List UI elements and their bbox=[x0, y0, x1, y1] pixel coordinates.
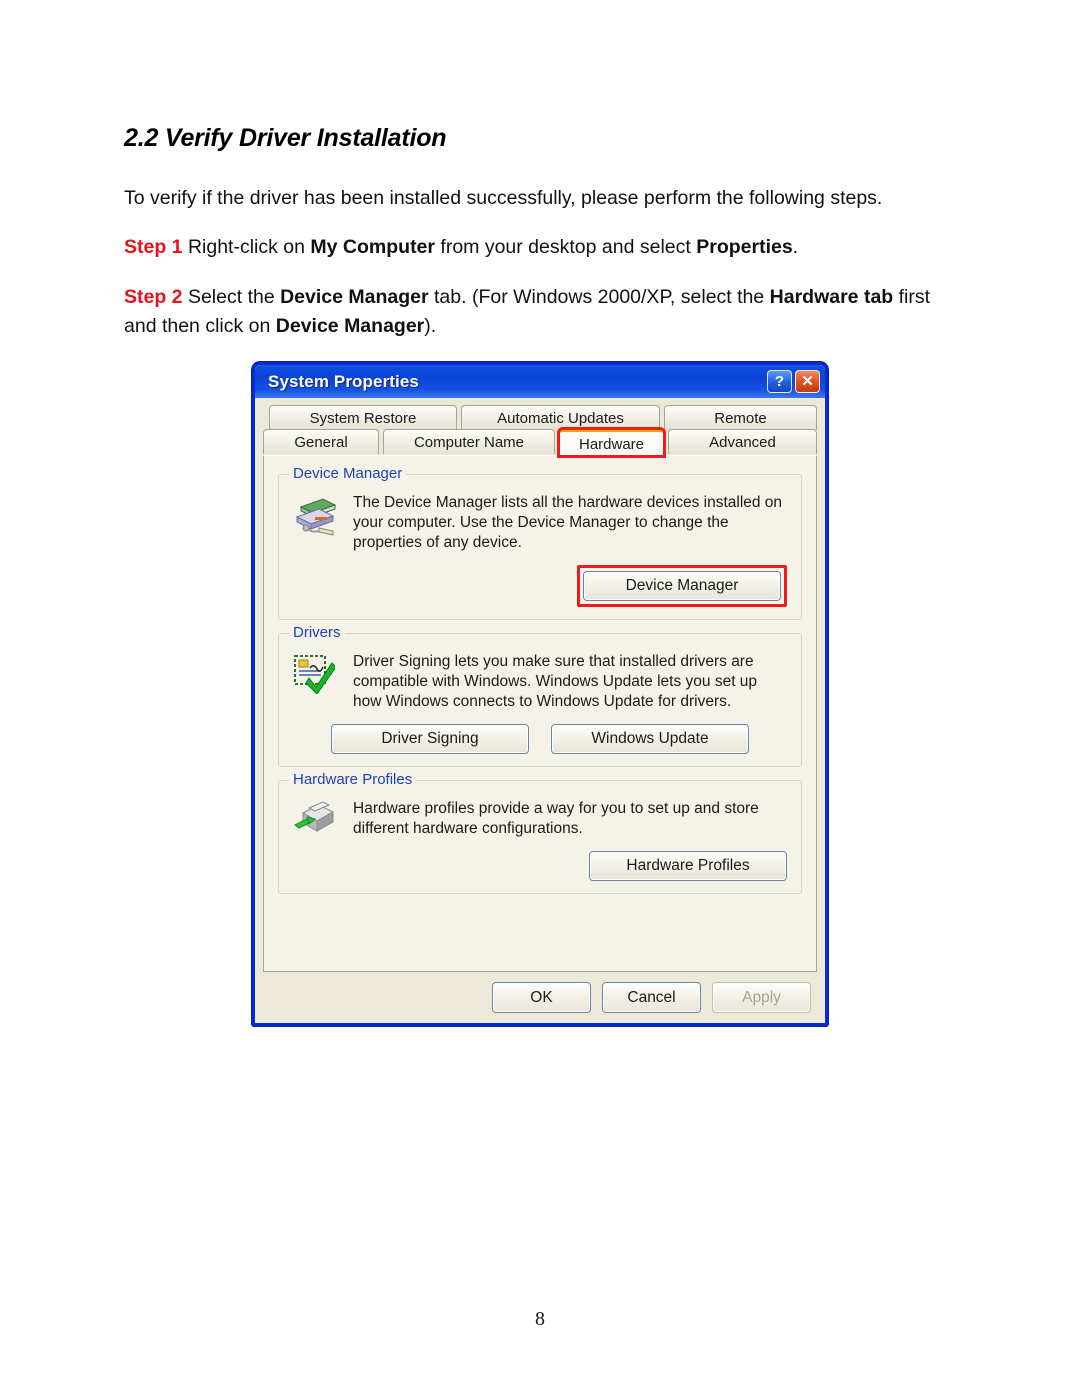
windows-update-button[interactable]: Windows Update bbox=[551, 724, 749, 754]
hardware-profiles-group: Hardware Profiles Hardware profiles prov… bbox=[278, 771, 802, 894]
hardware-profiles-icon bbox=[293, 799, 339, 839]
tab-row-lower: General Computer Name Hardware Advanced bbox=[263, 427, 817, 458]
step-2-bold-b: Hardware tab bbox=[769, 286, 894, 308]
device-manager-description: The Device Manager lists all the hardwar… bbox=[353, 494, 783, 551]
hardware-profiles-button-row: Hardware Profiles bbox=[293, 851, 787, 881]
tab-hardware[interactable]: Hardware bbox=[557, 427, 666, 458]
step-1-text-b: from your desktop and select bbox=[435, 236, 697, 258]
hardware-tab-panel: Device Manager The Device Manager lists … bbox=[263, 455, 817, 972]
hardware-profiles-description: Hardware profiles provide a way for you … bbox=[353, 800, 759, 837]
device-manager-button-highlight: Device Manager bbox=[577, 565, 787, 607]
step-2-paragraph: Step 2 Select the Device Manager tab. (F… bbox=[124, 283, 954, 341]
titlebar-button-group: ? ✕ bbox=[767, 370, 820, 393]
dialog-footer: OK Cancel Apply bbox=[263, 972, 817, 1015]
device-manager-icon bbox=[293, 493, 339, 553]
device-manager-group: Device Manager The Device Manager lists … bbox=[278, 465, 802, 620]
driver-signing-button[interactable]: Driver Signing bbox=[331, 724, 529, 754]
tab-computer-name[interactable]: Computer Name bbox=[383, 429, 555, 454]
apply-button: Apply bbox=[712, 982, 811, 1013]
tab-remote[interactable]: Remote bbox=[664, 405, 817, 430]
device-manager-legend: Device Manager bbox=[289, 465, 407, 482]
step-2-label: Step 2 bbox=[124, 286, 183, 308]
page-number: 8 bbox=[535, 1308, 545, 1330]
step-1-bold-a: My Computer bbox=[310, 236, 435, 258]
drivers-legend: Drivers bbox=[289, 624, 345, 641]
step-1-text-a: Right-click on bbox=[182, 236, 311, 258]
step-2-bold-c: Device Manager bbox=[275, 315, 425, 337]
drivers-button-row: Driver Signing Windows Update bbox=[293, 724, 787, 754]
device-manager-button[interactable]: Device Manager bbox=[583, 571, 781, 601]
ok-button[interactable]: OK bbox=[492, 982, 591, 1013]
dialog-body: System Restore Automatic Updates Remote … bbox=[255, 398, 825, 1023]
drivers-description: Driver Signing lets you make sure that i… bbox=[353, 653, 758, 710]
section-heading: 2.2 Verify Driver Installation bbox=[124, 124, 447, 152]
step-1-paragraph: Step 1 Right-click on My Computer from y… bbox=[124, 233, 954, 262]
step-2-bold-a: Device Manager bbox=[280, 286, 429, 308]
tab-system-restore[interactable]: System Restore bbox=[269, 405, 457, 430]
document-page: 2.2 Verify Driver Installation To verify… bbox=[0, 0, 1080, 1397]
step-2-text-a: Select the bbox=[182, 286, 281, 308]
hardware-profiles-legend: Hardware Profiles bbox=[289, 771, 417, 788]
close-icon[interactable]: ✕ bbox=[795, 370, 820, 393]
tab-general[interactable]: General bbox=[263, 429, 379, 454]
tab-row-upper: System Restore Automatic Updates Remote bbox=[263, 405, 817, 430]
hardware-profiles-button[interactable]: Hardware Profiles bbox=[589, 851, 787, 881]
step-1-bold-b: Properties bbox=[696, 236, 793, 258]
tab-strip: System Restore Automatic Updates Remote … bbox=[263, 405, 817, 458]
help-icon[interactable]: ? bbox=[767, 370, 792, 393]
step-2-text-b: tab. (For Windows 2000/XP, select the bbox=[428, 286, 770, 308]
step-1-label: Step 1 bbox=[124, 236, 183, 258]
dialog-title: System Properties bbox=[268, 371, 419, 391]
driver-signing-icon bbox=[293, 652, 339, 712]
system-properties-dialog: System Properties ? ✕ System Restore Aut… bbox=[252, 362, 828, 1026]
tab-automatic-updates[interactable]: Automatic Updates bbox=[461, 405, 660, 430]
step-1-text-c: . bbox=[792, 236, 799, 258]
drivers-group: Drivers Driver Signing lets you make sur… bbox=[278, 624, 802, 767]
tab-advanced[interactable]: Advanced bbox=[668, 429, 817, 454]
device-manager-button-row: Device Manager bbox=[293, 565, 787, 607]
step-2-text-d: ). bbox=[424, 315, 437, 337]
cancel-button[interactable]: Cancel bbox=[602, 982, 701, 1013]
intro-paragraph: To verify if the driver has been install… bbox=[124, 187, 883, 209]
dialog-titlebar: System Properties ? ✕ bbox=[255, 365, 825, 398]
